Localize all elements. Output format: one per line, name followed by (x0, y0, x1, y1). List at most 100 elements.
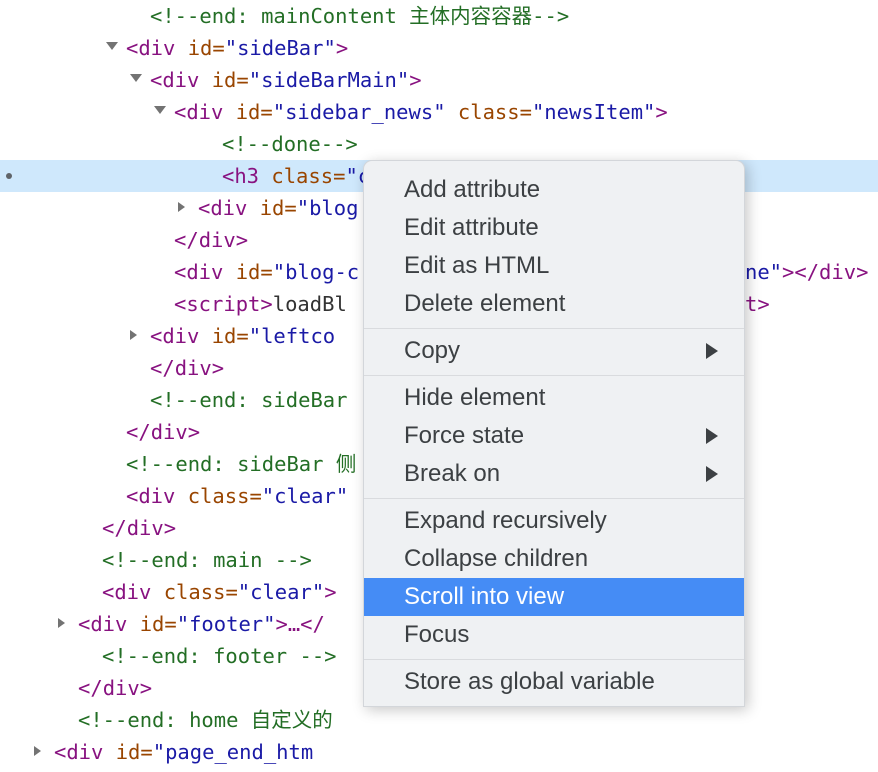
menu-item-delete-element[interactable]: Delete element (364, 285, 744, 323)
selected-node-marker-icon (6, 173, 12, 179)
dom-token-tag: div (186, 260, 224, 284)
dom-token-text: loadBl (272, 292, 347, 316)
dom-token-attr: id (235, 260, 261, 284)
menu-item-hide-element[interactable]: Hide element (364, 379, 744, 417)
dom-row-content: <div id="sideBarMain"> (0, 64, 422, 96)
dom-token-attr: id (211, 324, 237, 348)
menu-item-label: Scroll into view (404, 583, 565, 610)
dom-token-tag: div (150, 420, 188, 444)
dom-token-punct: < (174, 292, 187, 316)
menu-item-add-attribute[interactable]: Add attribute (364, 171, 744, 209)
dom-token-tag: div (138, 484, 176, 508)
menu-item-scroll-into-view[interactable]: Scroll into view (364, 578, 744, 616)
dom-token-comment: <!--end: sideBar 侧 (126, 452, 357, 476)
menu-item-label: Break on (404, 460, 501, 487)
dom-token-value: "leftco (248, 324, 336, 348)
dom-row-content: <div id="sidebar_news" class="newsItem"> (0, 96, 668, 128)
dom-tree-row[interactable]: <!--done--> (0, 128, 878, 160)
dom-row-content: <div id="leftco (0, 320, 335, 352)
dom-token-value: "footer" (176, 612, 276, 636)
menu-item-edit-as-html[interactable]: Edit as HTML (364, 247, 744, 285)
dom-token-text (259, 164, 271, 188)
dom-tree-row[interactable]: <!--end: home 自定义的 (0, 704, 878, 736)
dom-row-content: </div> (0, 352, 224, 384)
dom-token-attr: id (211, 68, 237, 92)
dom-token-punct: > (163, 516, 177, 540)
expand-toggle[interactable] (130, 64, 150, 96)
dom-tree-row[interactable]: <!--end: mainContent 主体内容容器--> (0, 0, 878, 32)
dom-token-value: "sideBar" (224, 36, 336, 60)
dom-row-content: <div id="blog-c (0, 256, 359, 288)
expand-toggle[interactable] (34, 736, 54, 768)
dom-token-punct: > (655, 100, 668, 124)
element-context-menu[interactable]: Add attribute Edit attribute Edit as HTML D… (363, 160, 745, 707)
dom-token-text (127, 612, 139, 636)
dom-token-punct: < (222, 164, 235, 188)
dom-token-punct: >…</ (275, 612, 325, 636)
dom-token-text (223, 260, 235, 284)
dom-token-punct: < (126, 36, 139, 60)
chevron-right-icon[interactable] (130, 330, 137, 340)
menu-item-label: Hide element (404, 384, 546, 411)
chevron-down-icon[interactable] (130, 73, 142, 87)
dom-token-eq: = (333, 164, 346, 188)
dom-token-punct: > (211, 356, 225, 380)
dom-token-tag: div (210, 196, 248, 220)
dom-row-content: </div> (0, 512, 176, 544)
expand-toggle[interactable] (178, 192, 198, 224)
dom-token-attr: id (115, 740, 141, 764)
dom-row-content: <div class="clear" (0, 480, 348, 512)
expand-toggle[interactable] (130, 320, 150, 352)
expand-toggle[interactable] (58, 608, 78, 640)
menu-item-store-as-global-variable[interactable]: Store as global variable (364, 663, 744, 701)
dom-token-tag: div (90, 612, 128, 636)
chevron-right-icon[interactable] (34, 746, 41, 756)
dom-token-punct: > (139, 676, 153, 700)
dom-token-tag: div (126, 516, 164, 540)
menu-group: Copy (364, 329, 744, 375)
dom-token-eq: = (164, 612, 177, 636)
chevron-down-icon[interactable] (106, 41, 118, 55)
dom-token-text (247, 196, 259, 220)
dom-tree-row[interactable]: <div id="sideBarMain"> (0, 64, 878, 96)
dom-token-value: "clear" (237, 580, 325, 604)
dom-token-attr: class (457, 100, 520, 124)
dom-row-content: <!--end: sideBar 侧 (0, 448, 356, 480)
menu-group: Add attribute Edit attribute Edit as HTML D… (364, 168, 744, 328)
chevron-right-icon[interactable] (178, 202, 185, 212)
dom-token-eq: = (260, 100, 273, 124)
dom-row-content: <div id="footer">…</ (0, 608, 325, 640)
menu-item-focus[interactable]: Focus (364, 616, 744, 654)
dom-tree-row[interactable]: <div id="sidebar_news" class="newsItem"> (0, 96, 878, 128)
menu-item-edit-attribute[interactable]: Edit attribute (364, 209, 744, 247)
dom-token-text (175, 484, 187, 508)
dom-row-content: <!--end: main --> (0, 544, 312, 576)
dom-token-comment: <!--done--> (222, 132, 358, 156)
dom-token-attr: id (259, 196, 285, 220)
dom-row-content: <!--end: mainContent 主体内容容器--> (0, 0, 569, 32)
dom-row-content: <script>loadBl (0, 288, 347, 320)
chevron-down-icon[interactable] (154, 105, 166, 119)
dom-token-punct: < (54, 740, 67, 764)
dom-token-punct: > (235, 228, 249, 252)
dom-tree-row[interactable]: <div id="sideBar"> (0, 32, 878, 64)
dom-token-tag: div (174, 356, 212, 380)
dom-token-tag: div (138, 36, 176, 60)
dom-row-content: <!--end: footer --> (0, 640, 337, 672)
menu-item-copy[interactable]: Copy (364, 332, 744, 370)
expand-toggle[interactable] (154, 96, 174, 128)
dom-token-punct: < (150, 68, 163, 92)
expand-toggle[interactable] (106, 32, 126, 64)
menu-item-expand-recursively[interactable]: Expand recursively (364, 502, 744, 540)
menu-item-collapse-children[interactable]: Collapse children (364, 540, 744, 578)
dom-token-tag: div (162, 68, 200, 92)
dom-token-value: "clear" (261, 484, 349, 508)
dom-tree-row[interactable]: <div id="page_end_htm (0, 736, 878, 768)
dom-token-attr: id (235, 100, 261, 124)
dom-token-attr: id (139, 612, 165, 636)
dom-row-content: </div> (0, 416, 200, 448)
dom-token-eq: = (225, 580, 238, 604)
menu-item-break-on[interactable]: Break on (364, 455, 744, 493)
menu-item-force-state[interactable]: Force state (364, 417, 744, 455)
chevron-right-icon[interactable] (58, 618, 65, 628)
